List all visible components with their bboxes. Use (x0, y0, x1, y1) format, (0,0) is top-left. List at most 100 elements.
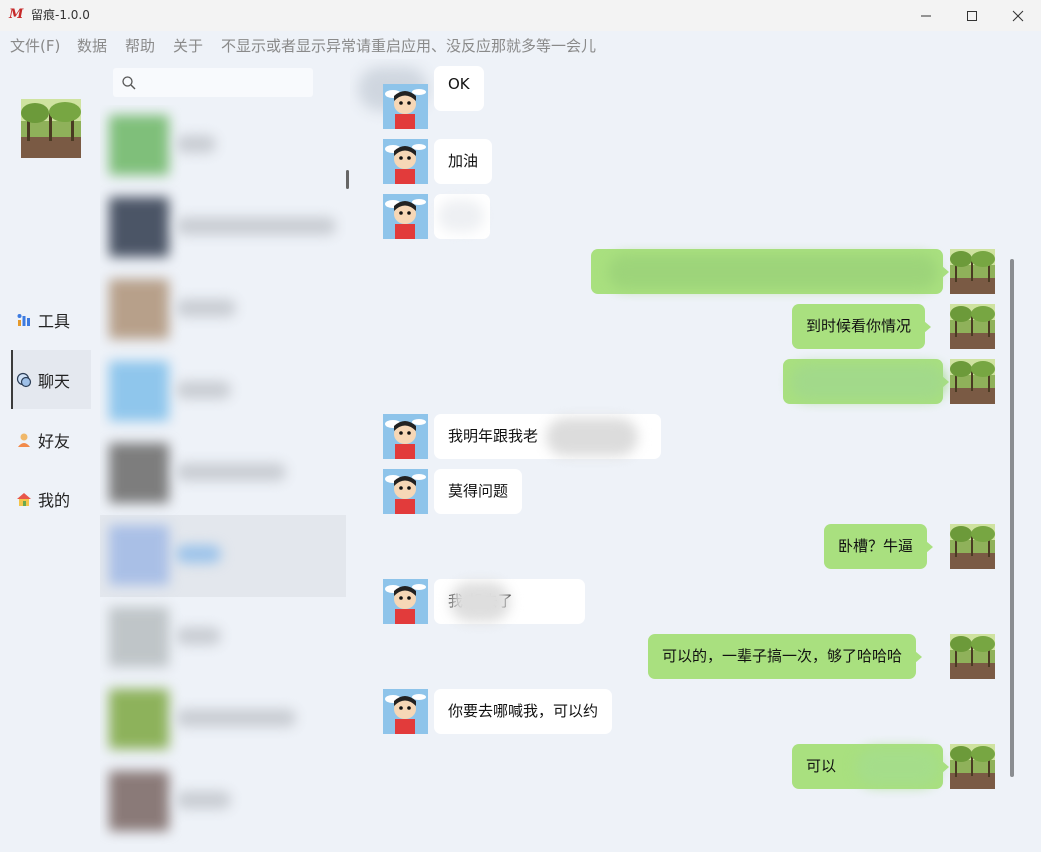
list-item[interactable] (100, 597, 346, 679)
user-avatar (950, 304, 995, 349)
window-title: 留痕-1.0.0 (31, 8, 90, 22)
message-row (350, 359, 1041, 404)
contact-avatar (109, 771, 169, 831)
list-item[interactable] (100, 433, 346, 515)
message-row: 到时候看你情况 (350, 304, 1041, 349)
contact-name (176, 135, 216, 153)
message-row: 卧槽？牛逼 (350, 524, 1041, 569)
list-item[interactable] (100, 679, 346, 761)
message-bubble: 卧槽？牛逼 (824, 524, 934, 569)
contact-avatar (383, 469, 428, 514)
redacted-content (546, 418, 638, 456)
user-avatar (950, 249, 995, 294)
app-logo-icon: M (9, 7, 24, 22)
contact-avatar (109, 443, 169, 503)
maximize-icon (967, 10, 977, 21)
user-avatar (950, 524, 995, 569)
menu-help[interactable]: 帮助 (125, 36, 155, 56)
contact-avatar (383, 194, 428, 239)
message-row: 可以 (350, 744, 1041, 789)
nav-tools[interactable]: 工具 (11, 290, 91, 349)
message-bubble: 可以的，一辈子搞一次，够了哈哈哈 (648, 634, 923, 679)
contact-avatar (109, 361, 169, 421)
search-input[interactable] (143, 72, 308, 93)
contact-name (176, 545, 221, 563)
menu-data[interactable]: 数据 (77, 36, 107, 56)
search-box[interactable] (113, 68, 313, 97)
chat-panel: OK 加油 到时候看你情况 我明年跟我老 莫得问题 卧槽？牛逼 我 (350, 59, 1041, 852)
list-item[interactable] (100, 761, 346, 843)
chat-icon (15, 371, 33, 389)
message-row: 加油 (350, 139, 1041, 184)
menu-bar: 文件(F) 数据 帮助 关于 不显示或者显示异常请重启应用、没反应那就多等一会儿 (0, 31, 1041, 59)
message-row: OK (350, 66, 1041, 129)
contact-avatar (109, 607, 169, 667)
message-bubble: 加油 (434, 139, 493, 184)
chat-scrollbar[interactable] (1010, 259, 1014, 777)
search-icon (122, 76, 136, 90)
message-bubble: OK (434, 66, 484, 111)
message-row: 你要去哪喊我，可以约 (350, 689, 1041, 734)
contact-avatar (109, 197, 169, 257)
redacted-content (438, 200, 484, 232)
contact-avatar (109, 115, 169, 175)
contact-name (176, 627, 221, 645)
contact-name (176, 381, 231, 399)
list-item[interactable] (100, 187, 346, 269)
contact-avatar (383, 84, 428, 129)
list-item[interactable] (100, 105, 346, 187)
contact-avatar (383, 139, 428, 184)
contact-list-scrollbar[interactable] (346, 170, 349, 189)
contact-name (176, 463, 286, 481)
contact-name (176, 791, 231, 809)
maximize-button[interactable] (949, 0, 995, 31)
contact-name (176, 217, 336, 235)
redacted-content (450, 582, 510, 622)
contact-avatar (109, 279, 169, 339)
message-row (350, 249, 1041, 294)
contact-name (176, 709, 296, 727)
minimize-icon (921, 15, 931, 16)
nav-mine[interactable]: 我的 (11, 469, 91, 528)
message-bubble: 莫得问题 (434, 469, 523, 514)
contact-avatar (109, 689, 169, 749)
contact-avatar (383, 414, 428, 459)
list-item[interactable] (100, 351, 346, 433)
menu-about[interactable]: 关于 (173, 36, 203, 56)
contact-name (176, 299, 236, 317)
close-icon (1012, 10, 1024, 21)
redacted-content (856, 748, 940, 786)
message-row (350, 194, 1041, 239)
home-icon (15, 490, 33, 508)
redacted-content (608, 255, 938, 289)
minimize-button[interactable] (903, 0, 949, 31)
nav-friends[interactable]: 好友 (11, 410, 91, 469)
menu-notice: 不显示或者显示异常请重启应用、没反应那就多等一会儿 (221, 37, 597, 55)
list-item[interactable] (100, 515, 346, 597)
title-bar: M 留痕-1.0.0 (0, 0, 1041, 31)
message-row: 我 想去了 (350, 579, 1041, 624)
friend-icon (15, 431, 33, 449)
nav-chat-label: 聊天 (38, 371, 71, 391)
close-button[interactable] (995, 0, 1041, 31)
contact-list (100, 105, 346, 852)
user-avatar (950, 634, 995, 679)
message-row: 莫得问题 (350, 469, 1041, 514)
menu-file[interactable]: 文件(F) (10, 36, 60, 56)
nav-chat[interactable]: 聊天 (11, 350, 91, 409)
nav-mine-label: 我的 (38, 490, 71, 510)
message-bubble: 你要去哪喊我，可以约 (434, 689, 613, 734)
message-row: 我明年跟我老 (350, 414, 1041, 459)
contact-avatar (109, 525, 169, 585)
list-item[interactable] (100, 269, 346, 351)
message-bubble: 到时候看你情况 (792, 304, 932, 349)
redacted-content (790, 364, 946, 400)
nav-friends-label: 好友 (38, 431, 71, 451)
user-avatar (950, 744, 995, 789)
user-avatar (950, 359, 995, 404)
message-row: 可以的，一辈子搞一次，够了哈哈哈 (350, 634, 1041, 679)
contact-avatar (383, 689, 428, 734)
contact-avatar (383, 579, 428, 624)
user-avatar[interactable] (21, 99, 81, 158)
tools-icon (15, 311, 33, 329)
